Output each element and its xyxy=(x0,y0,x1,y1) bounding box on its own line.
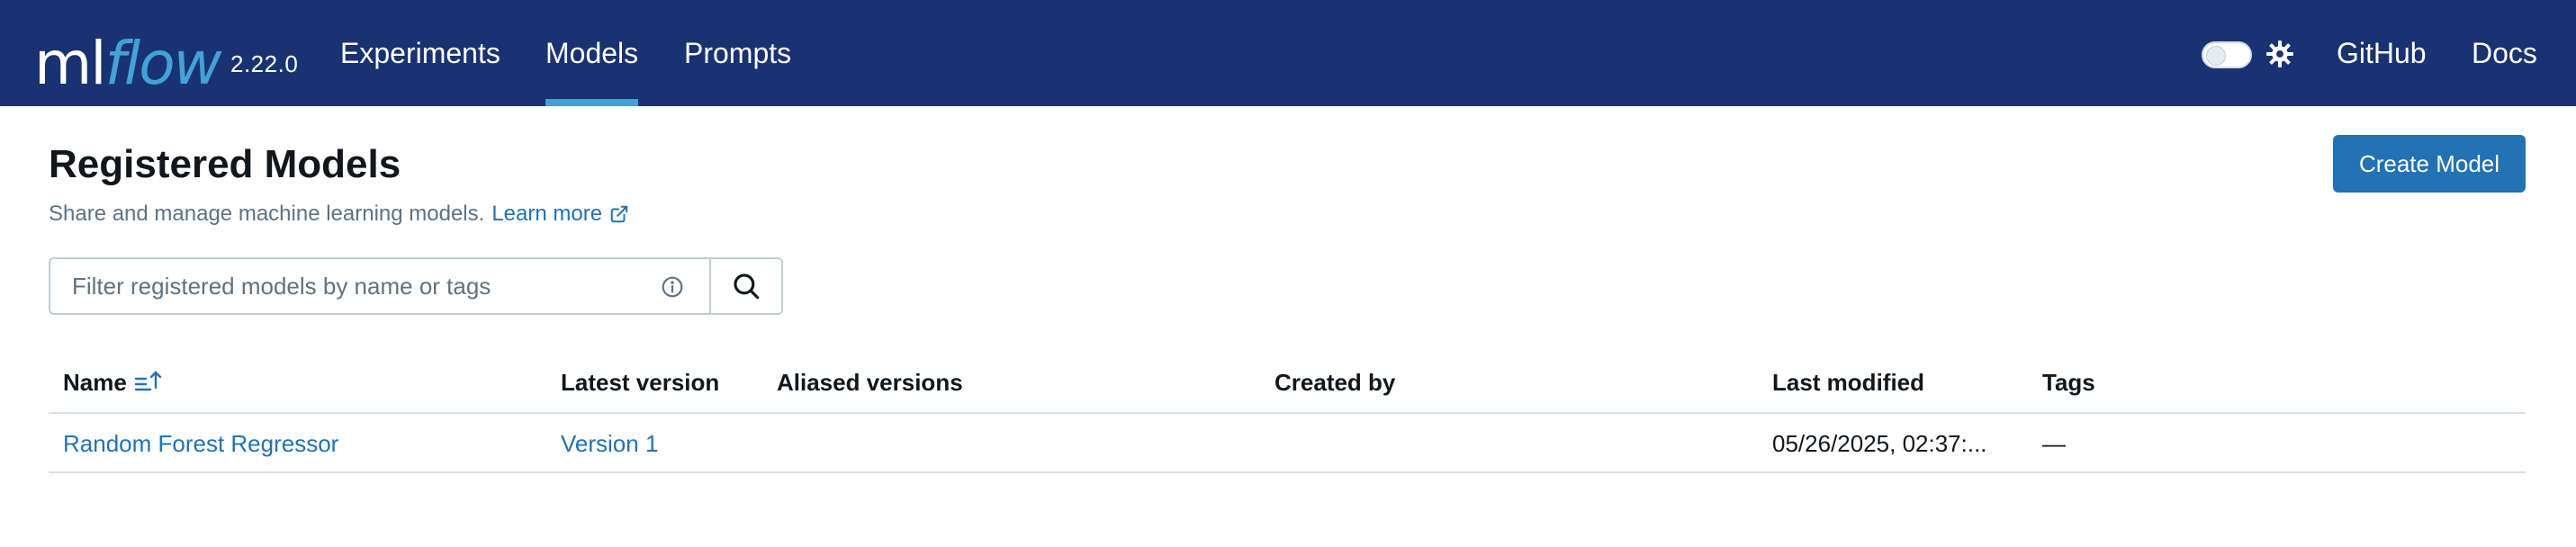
latest-version-link[interactable]: Version 1 xyxy=(561,430,658,458)
column-header-last-modified[interactable]: Last modified xyxy=(1772,351,1924,414)
column-header-tags: Tags xyxy=(2042,368,2095,396)
column-header-aliased-versions[interactable]: Aliased versions xyxy=(777,351,963,414)
column-header-created-by[interactable]: Created by xyxy=(1274,351,1395,414)
tags-cell: — xyxy=(2042,429,2066,457)
external-link-icon[interactable] xyxy=(609,204,629,224)
create-model-button[interactable]: Create Model xyxy=(2333,135,2526,193)
column-label: Name xyxy=(63,368,127,396)
info-icon[interactable] xyxy=(661,275,684,299)
search-input[interactable] xyxy=(72,272,630,300)
nav-prompts[interactable]: Prompts xyxy=(684,0,791,106)
registered-models-table: Name Latest version Aliased versions Cre… xyxy=(49,351,2526,473)
model-name-cell: Random Forest Regressor xyxy=(63,414,338,473)
nav-docs[interactable]: Docs xyxy=(2472,0,2537,106)
learn-more-link[interactable]: Learn more xyxy=(491,202,602,227)
nav-github[interactable]: GitHub xyxy=(2337,0,2427,106)
column-header-name[interactable]: Name xyxy=(63,351,165,414)
model-name-link[interactable]: Random Forest Regressor xyxy=(63,430,338,458)
page-subtitle: Share and manage machine learning models… xyxy=(49,202,629,227)
gear-icon[interactable] xyxy=(2265,39,2295,69)
logo-text: mlflow xyxy=(34,34,222,94)
nav-experiments[interactable]: Experiments xyxy=(340,0,500,106)
table-row: Random Forest Regressor Version 1 05/26/… xyxy=(49,414,2526,473)
model-search xyxy=(49,257,783,315)
mlflow-logo[interactable]: mlflow xyxy=(34,13,222,94)
toggle-knob xyxy=(2206,46,2226,66)
search-icon xyxy=(734,274,760,300)
column-header-latest-version[interactable]: Latest version xyxy=(561,351,719,414)
subtitle-text: Share and manage machine learning models… xyxy=(49,202,485,226)
page-title: Registered Models xyxy=(49,142,401,186)
learn-more-label: Learn more xyxy=(491,202,603,226)
nav-models[interactable]: Models xyxy=(545,0,639,106)
logo-prefix: ml xyxy=(34,29,107,98)
table-header: Name Latest version Aliased versions Cre… xyxy=(49,351,2526,414)
search-field-wrapper xyxy=(49,257,709,315)
search-button[interactable] xyxy=(709,257,783,315)
version-label: 2.22.0 xyxy=(230,50,299,77)
logo-suffix: flow xyxy=(104,29,222,98)
sort-ascending-icon[interactable] xyxy=(134,369,165,396)
top-navbar: mlflow 2.22.0 Experiments Models Prompts… xyxy=(0,0,2576,106)
latest-version-cell: Version 1 xyxy=(561,414,658,473)
last-modified-cell: 05/26/2025, 02:37:... xyxy=(1772,429,1987,457)
dark-mode-toggle[interactable] xyxy=(2202,41,2252,68)
